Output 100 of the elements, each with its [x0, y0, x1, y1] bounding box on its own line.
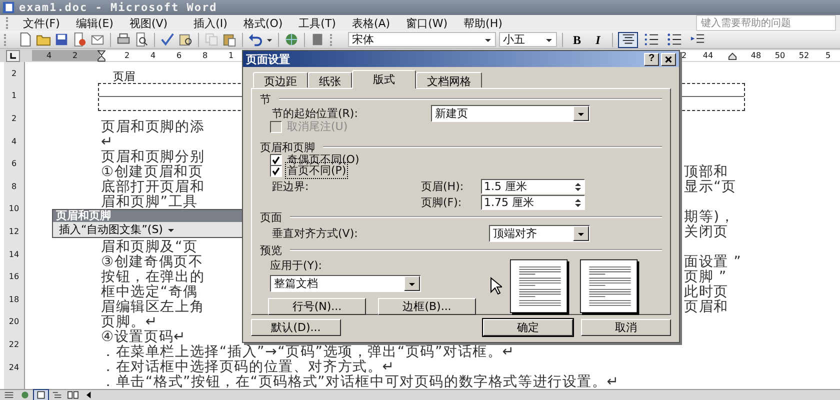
font-size-combo[interactable]: 小五 [499, 32, 557, 47]
dialog-button[interactable]: 确定 [483, 319, 573, 336]
menu-item[interactable]: 帮助(H) [458, 16, 512, 30]
close-button[interactable] [661, 52, 676, 66]
document-text: 页眉和页脚的添 [101, 118, 205, 136]
dialog-button[interactable]: 边框(B)... [378, 298, 476, 315]
field-label: 垂直对齐方式(V): [272, 226, 359, 241]
ruler-label: 4 [149, 50, 157, 61]
help-button[interactable]: ? [644, 52, 659, 66]
ruler-label: 14 [8, 248, 20, 261]
research-icon[interactable] [178, 32, 193, 47]
vertical-ruler[interactable]: 2 1 2 4 6 8 10 12 14 16 18 20 22 24 [4, 62, 25, 389]
group-heading: 预览 [260, 242, 282, 258]
undo-icon[interactable] [248, 32, 263, 47]
document-text: ①创建页眉和页 [101, 162, 204, 180]
menu-item[interactable]: 工具(T) [292, 16, 346, 30]
permission-icon[interactable] [72, 32, 87, 47]
menu-item[interactable]: 编辑(E) [70, 16, 124, 30]
menu-item[interactable]: 视图(V) [123, 16, 188, 30]
field-label: 页脚(F): [421, 195, 463, 210]
document-text: ↵ [101, 134, 114, 150]
ruler-label: 50 [774, 50, 786, 61]
ruler-label: 52 [798, 50, 810, 61]
checkbox[interactable] [270, 164, 282, 176]
globe-icon[interactable] [284, 32, 299, 47]
field-label: 页眉(H): [421, 179, 465, 194]
ruler-label: 16 [8, 271, 20, 284]
document-text: 页眉和页脚分别 [101, 148, 205, 164]
outline-view-icon[interactable] [50, 390, 64, 400]
menu-item[interactable]: 表格(A) [346, 16, 400, 30]
dialog-button[interactable]: 行号(N)... [268, 298, 366, 315]
document-text: 眉编辑区左上角 [101, 298, 205, 314]
document-text: 显示“页 [684, 178, 738, 196]
document-text: 此时页 [684, 282, 730, 300]
dialog-tab[interactable]: 版式 [352, 70, 416, 89]
paragraph-style-icon[interactable] [310, 32, 325, 47]
header-distance-field[interactable]: 1.5 厘米 [481, 179, 585, 194]
dialog-tab[interactable]: 页边距 [253, 72, 308, 88]
ruler-label: 1 [10, 90, 18, 102]
ruler-label: 22 [8, 338, 20, 351]
mouse-pointer-icon [490, 277, 502, 295]
ruler-label: 8 [10, 180, 18, 193]
save-icon[interactable] [54, 32, 69, 47]
field-label: 距边界: [272, 179, 310, 194]
dialog-button[interactable]: 默认(D)... [251, 319, 341, 336]
ruler-label: 2 [10, 68, 18, 80]
menu-item[interactable]: 插入(I) [188, 16, 238, 30]
ruler-label: 1 [227, 50, 235, 61]
ruler-label: 12 [8, 226, 20, 238]
menu-item[interactable]: 窗口(W) [400, 16, 458, 30]
paste-icon[interactable] [222, 32, 237, 47]
document-text: 底部打开页眉和 [101, 178, 205, 194]
document-text: 顶部和 [684, 162, 730, 180]
print-layout-view-icon[interactable] [34, 390, 48, 400]
ruler-label: 2 [123, 50, 131, 61]
tab-stop-icon[interactable] [6, 50, 20, 62]
ruler-label: 18 [8, 294, 20, 306]
insert-autotext-button[interactable]: 插入“自动图文集”(S) [53, 222, 181, 237]
group-heading: 页眉和页脚 [260, 140, 315, 154]
ruler-label: 4 [10, 136, 18, 148]
ruler-label: 2 [680, 50, 688, 61]
document-text: 面设置 ” [684, 252, 743, 270]
ruler-label: 20 [8, 316, 20, 328]
help-search-field[interactable]: 键入需要帮助的问题 [696, 15, 836, 31]
print-preview-icon[interactable] [134, 32, 149, 47]
spelling-icon[interactable] [160, 32, 175, 47]
reading-view-icon[interactable] [66, 390, 80, 400]
ruler-label: 48 [750, 50, 762, 61]
format-button[interactable]: B [568, 32, 586, 48]
document-text: 按钮，在弹出的 [101, 268, 205, 284]
ruler-label: 5 [824, 50, 832, 61]
document-icon [2, 1, 15, 14]
document-text: 眉和页脚”工具 [101, 192, 198, 210]
apply-to-select[interactable]: 整篇文档 [270, 275, 421, 292]
header-label: 页眉 [113, 70, 135, 83]
document-text: 框中选定“奇偶 [101, 283, 198, 300]
field-label: 应用于(Y): [270, 258, 324, 273]
section-start-select[interactable]: 新建页 [431, 105, 590, 122]
document-text: 眉和页脚及“页 [101, 238, 198, 254]
document-text: 页脚。↵ [101, 313, 158, 330]
indent-marker-icon[interactable] [96, 50, 106, 62]
footer-distance-field[interactable]: 1.75 厘米 [481, 195, 585, 210]
normal-view-icon[interactable] [2, 390, 16, 400]
ruler-label: 6 [175, 50, 183, 61]
dialog-button[interactable]: 取消 [581, 319, 671, 336]
menu-item[interactable]: 文件(F) [17, 16, 70, 30]
checkbox[interactable] [270, 154, 282, 166]
document-text: ④设置页码↵ [101, 328, 186, 344]
vertical-alignment-select[interactable]: 顶端对齐 [489, 225, 590, 242]
font-combo[interactable]: 宋体 [348, 32, 496, 47]
menu-item[interactable]: 格式(O) [237, 16, 293, 30]
checkbox-label: 首页不同(P) [286, 163, 348, 178]
dialog-tab[interactable]: 文档网格 [416, 72, 482, 88]
document-text: ．在菜单栏上选择“插入”→“页码”选项，弹出“页码”对话框。↵ [101, 342, 515, 360]
close-icon[interactable] [664, 54, 673, 64]
format-button[interactable]: I [589, 32, 607, 48]
dialog-title: 页面设置 [246, 52, 291, 66]
ruler-label: 44 [702, 50, 714, 61]
field-label: 节的起始位置(R): [272, 106, 359, 120]
dialog-tab[interactable]: 纸张 [308, 72, 352, 88]
